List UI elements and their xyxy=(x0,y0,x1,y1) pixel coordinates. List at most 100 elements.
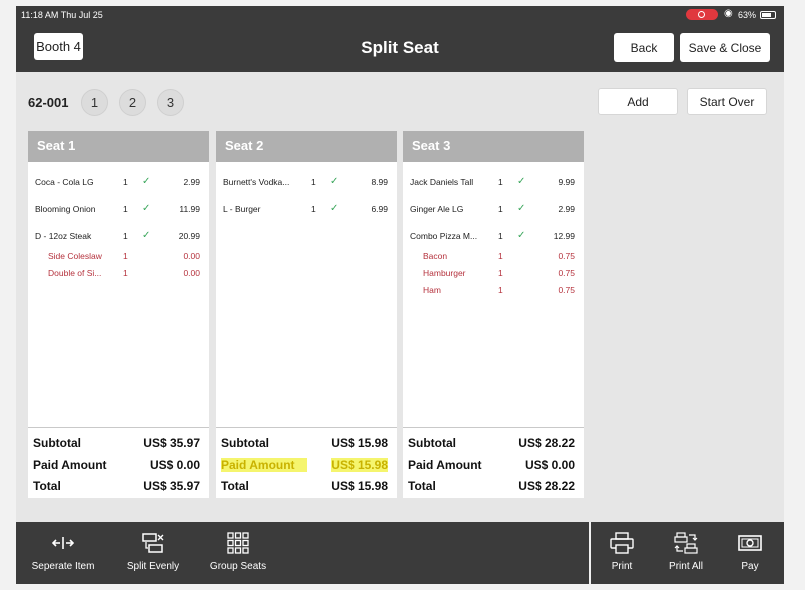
item-qty: 1 xyxy=(123,231,128,241)
item-price: 2.99 xyxy=(183,177,200,187)
add-seat-button[interactable]: Add xyxy=(598,88,678,115)
item-qty: 1 xyxy=(123,177,128,187)
modifier-item[interactable]: Side Coleslaw 1 0.00 xyxy=(28,251,209,265)
item-price: 0.00 xyxy=(183,251,200,261)
list-item[interactable]: Jack Daniels Tall 1 ✓ 9.99 xyxy=(403,176,584,191)
list-item[interactable]: L - Burger 1 ✓ 6.99 xyxy=(216,203,397,218)
item-price: 12.99 xyxy=(553,231,575,241)
seat-item-list: Coca - Cola LG 1 ✓ 2.99 Blooming Onion 1… xyxy=(28,162,209,427)
recording-indicator-icon xyxy=(686,9,718,20)
ipad-screen: 11:18 AM Thu Jul 25 ◉ 63% Booth 4 Split … xyxy=(16,6,784,584)
item-price: 8.99 xyxy=(371,177,388,187)
item-qty: 1 xyxy=(123,268,128,278)
seat-card-2[interactable]: Seat 2 Burnett's Vodka... 1 ✓ 8.99 L - B… xyxy=(216,131,397,498)
top-header: Booth 4 Split Seat Back Save & Close xyxy=(16,24,784,72)
toolbar-label: Print xyxy=(611,561,633,572)
item-name: Combo Pizza M... xyxy=(410,231,478,241)
seat-card-3[interactable]: Seat 3 Jack Daniels Tall 1 ✓ 9.99 Ginger… xyxy=(403,131,584,498)
total-label: Total xyxy=(221,479,249,493)
paid-label: Paid Amount xyxy=(408,457,482,472)
seat-tab-3[interactable]: 3 xyxy=(157,89,184,116)
item-qty: 1 xyxy=(123,251,128,261)
list-item[interactable]: Burnett's Vodka... 1 ✓ 8.99 xyxy=(216,176,397,191)
item-qty: 1 xyxy=(123,204,128,214)
check-icon: ✓ xyxy=(517,176,526,187)
item-qty: 1 xyxy=(498,268,503,278)
item-name: Ginger Ale LG xyxy=(410,204,464,214)
modifier-item[interactable]: Bacon 1 0.75 xyxy=(403,251,584,265)
list-item[interactable]: Blooming Onion 1 ✓ 11.99 xyxy=(28,203,209,218)
pay-button[interactable]: Pay xyxy=(732,522,768,584)
item-price: 0.75 xyxy=(558,285,575,295)
paid-value: US$ 15.98 xyxy=(331,457,388,472)
item-name: Ham xyxy=(423,285,441,295)
total-row: Total US$ 35.97 xyxy=(28,475,209,497)
battery-icon xyxy=(760,11,776,19)
print-all-icon xyxy=(674,532,698,554)
item-name: Double of Si... xyxy=(48,268,102,278)
check-icon: ✓ xyxy=(517,203,526,214)
total-row: Total US$ 15.98 xyxy=(216,475,397,497)
wifi-icon: ◉ xyxy=(724,8,733,19)
check-icon: ✓ xyxy=(330,176,339,187)
subtotal-value: US$ 28.22 xyxy=(518,436,575,450)
print-all-button[interactable]: Print All xyxy=(662,522,710,584)
total-value: US$ 28.22 xyxy=(518,479,575,493)
item-price: 11.99 xyxy=(179,204,200,214)
grid-icon xyxy=(227,532,249,554)
start-over-button[interactable]: Start Over xyxy=(687,88,767,115)
item-qty: 1 xyxy=(311,177,316,187)
modifier-item[interactable]: Double of Si... 1 0.00 xyxy=(28,268,209,282)
toolbar-label: Print All xyxy=(669,561,703,572)
check-icon: ✓ xyxy=(517,230,526,241)
item-qty: 1 xyxy=(498,251,503,261)
subtotal-label: Subtotal xyxy=(408,436,456,450)
item-name: Side Coleslaw xyxy=(48,251,102,261)
subtotal-row: Subtotal US$ 35.97 xyxy=(28,432,209,454)
item-price: 20.99 xyxy=(178,231,200,241)
item-price: 6.99 xyxy=(371,204,388,214)
list-item[interactable]: Combo Pizza M... 1 ✓ 12.99 xyxy=(403,230,584,245)
item-qty: 1 xyxy=(498,204,503,214)
status-time: 11:18 AM Thu Jul 25 xyxy=(21,10,103,20)
split-evenly-button[interactable]: Split Evenly xyxy=(120,522,186,584)
toolbar-label: Seperate Item xyxy=(31,561,95,572)
item-qty: 1 xyxy=(498,285,503,295)
seat-card-1[interactable]: Seat 1 Coca - Cola LG 1 ✓ 2.99 Blooming … xyxy=(28,131,209,498)
back-button[interactable]: Back xyxy=(614,33,674,62)
total-value: US$ 35.97 xyxy=(143,479,200,493)
item-price: 0.75 xyxy=(558,268,575,278)
group-seats-button[interactable]: Group Seats xyxy=(206,522,270,584)
item-name: Burnett's Vodka... xyxy=(223,177,290,187)
list-item[interactable]: Coca - Cola LG 1 ✓ 2.99 xyxy=(28,176,209,191)
separate-item-button[interactable]: Seperate Item xyxy=(28,522,98,584)
item-price: 2.99 xyxy=(558,204,575,214)
seat-tab-1[interactable]: 1 xyxy=(81,89,108,116)
subtotal-value: US$ 15.98 xyxy=(331,436,388,450)
toolbar-label: Group Seats xyxy=(209,561,267,572)
print-button[interactable]: Print xyxy=(602,522,642,584)
paid-label: Paid Amount xyxy=(33,457,107,472)
modifier-item[interactable]: Hamburger 1 0.75 xyxy=(403,268,584,282)
total-label: Total xyxy=(33,479,61,493)
subtotal-label: Subtotal xyxy=(33,436,81,450)
modifier-item[interactable]: Ham 1 0.75 xyxy=(403,285,584,299)
subtotal-value: US$ 35.97 xyxy=(143,436,200,450)
seat-tab-2[interactable]: 2 xyxy=(119,89,146,116)
list-item[interactable]: Ginger Ale LG 1 ✓ 2.99 xyxy=(403,203,584,218)
item-name: D - 12oz Steak xyxy=(35,231,92,241)
item-name: Blooming Onion xyxy=(35,204,96,214)
item-price: 0.00 xyxy=(183,268,200,278)
cash-icon xyxy=(738,535,762,551)
item-qty: 1 xyxy=(498,231,503,241)
save-close-button[interactable]: Save & Close xyxy=(680,33,770,62)
toolbar-divider xyxy=(589,522,591,584)
seat-totals: Subtotal US$ 15.98 Paid Amount US$ 15.98… xyxy=(216,427,397,497)
seat-totals: Subtotal US$ 28.22 Paid Amount US$ 0.00 … xyxy=(403,427,584,497)
check-icon: ✓ xyxy=(142,230,151,241)
paid-label: Paid Amount xyxy=(221,457,307,472)
list-item[interactable]: D - 12oz Steak 1 ✓ 20.99 xyxy=(28,230,209,245)
subtotal-row: Subtotal US$ 28.22 xyxy=(403,432,584,454)
seat-totals: Subtotal US$ 35.97 Paid Amount US$ 0.00 … xyxy=(28,427,209,497)
item-name: Jack Daniels Tall xyxy=(410,177,474,187)
